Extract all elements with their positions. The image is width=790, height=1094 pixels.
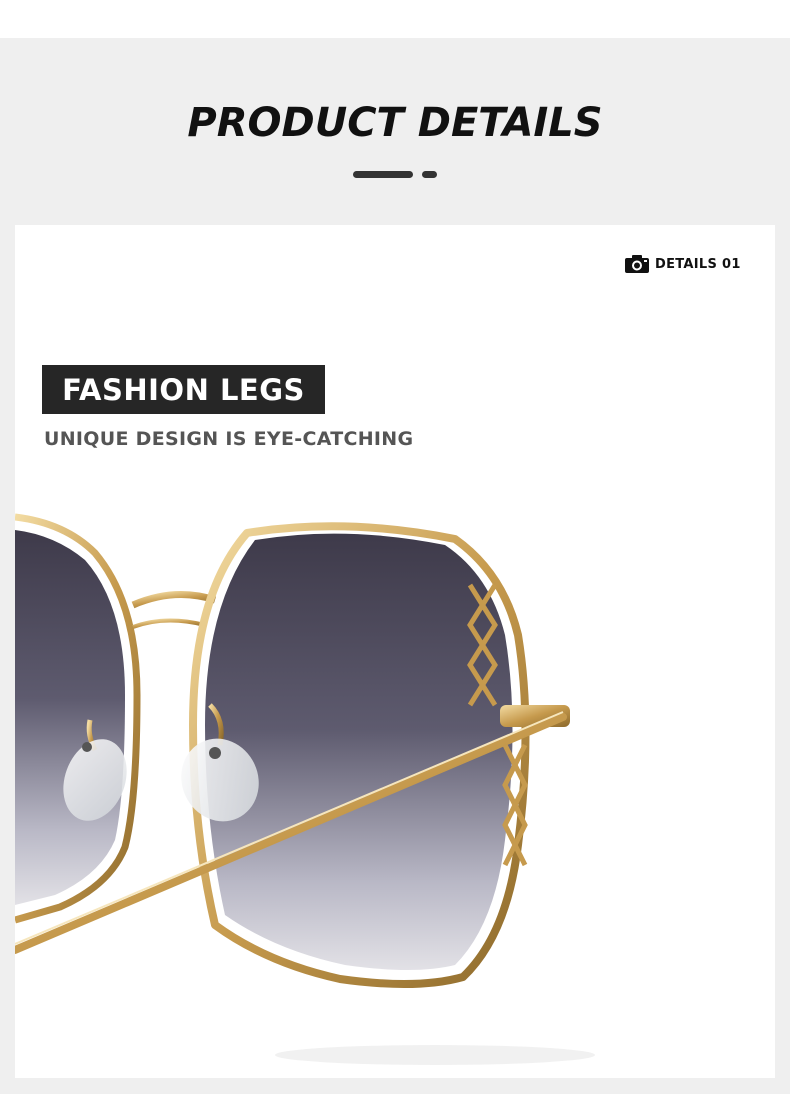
right-lens <box>205 533 513 970</box>
title-underline-long <box>353 171 413 178</box>
product-photo <box>15 495 775 1078</box>
left-lens <box>15 530 125 905</box>
details-tag-label: DETAILS 01 <box>655 256 741 272</box>
feature-title-box: FASHION LEGS <box>42 365 325 414</box>
title-underline-short <box>422 171 437 178</box>
product-shadow <box>275 1045 595 1065</box>
detail-card: DETAILS 01 FASHION LEGS UNIQUE DESIGN IS… <box>15 225 775 1078</box>
page-title: PRODUCT DETAILS <box>187 100 603 146</box>
bridge-lower <box>132 618 206 629</box>
bridge <box>131 591 217 609</box>
details-tag: DETAILS 01 <box>625 255 741 273</box>
feature-subtitle: UNIQUE DESIGN IS EYE-CATCHING <box>44 428 414 450</box>
top-strip <box>0 0 790 38</box>
camera-icon <box>625 255 649 273</box>
feature-title: FASHION LEGS <box>62 372 305 407</box>
